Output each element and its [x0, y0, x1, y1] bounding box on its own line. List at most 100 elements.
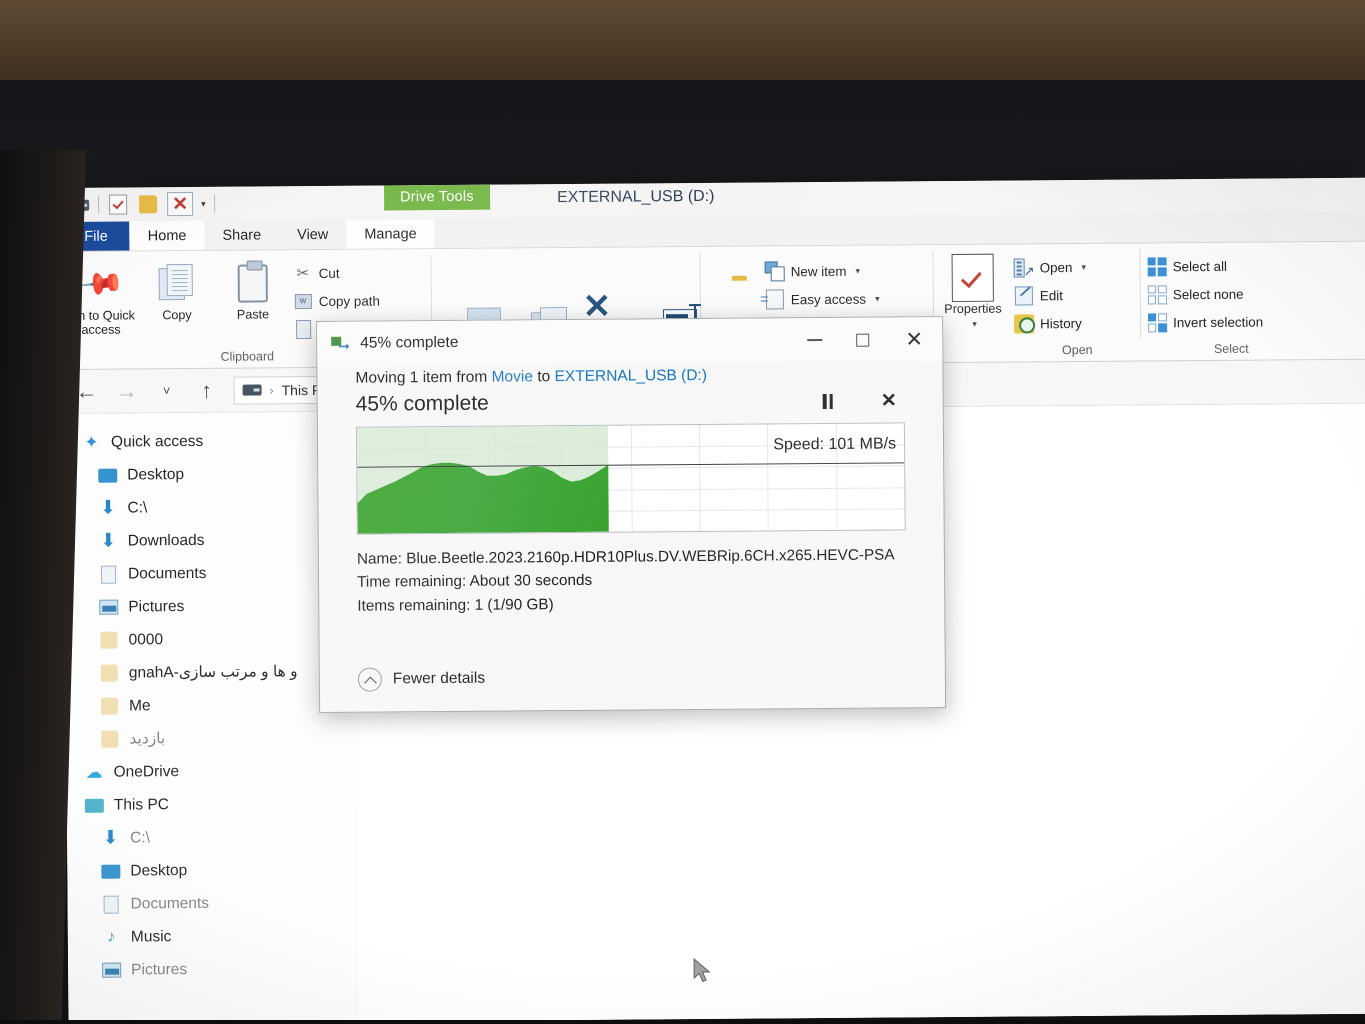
easy-access-button[interactable]: Easy access ▾ [765, 286, 880, 313]
desktop-icon [98, 466, 118, 485]
new-item-button[interactable]: New item ▾ [764, 258, 880, 285]
cut-label: Cut [318, 265, 340, 281]
tab-share[interactable]: Share [204, 220, 280, 250]
nav-item-documents[interactable]: Documents [85, 886, 357, 921]
music-icon: ♪ [107, 928, 116, 946]
detail-name-key: Name: [356, 550, 403, 568]
select-group-label: Select [1213, 341, 1249, 356]
pin-icon: 📌 [76, 259, 126, 309]
nav-item-desktop[interactable]: Desktop [82, 457, 354, 492]
nav-item-this-pc[interactable]: This PC [84, 787, 357, 822]
copy-button[interactable]: Copy [139, 257, 216, 323]
select-none-button[interactable]: Select none [1147, 281, 1263, 308]
nav-item-downloads[interactable]: ⬇ Downloads [83, 523, 355, 558]
select-all-icon [1147, 256, 1167, 276]
invert-selection-button[interactable]: Invert selection [1147, 309, 1263, 336]
open-caret-icon[interactable]: ▾ [1081, 261, 1086, 272]
fewer-details-toggle[interactable]: Fewer details [357, 667, 486, 692]
move-file-icon: ➞ [331, 336, 351, 354]
pin-label-line2: access [81, 323, 121, 338]
copy-icon [158, 263, 195, 305]
download-arrow-icon: ⬇ [102, 827, 119, 849]
new-item-icon [764, 261, 785, 282]
open-button[interactable]: ↗ Open ▾ [1013, 254, 1086, 281]
history-button[interactable]: History [1014, 310, 1086, 337]
nav-item-ahang[interactable]: و ها و مرتب سازی-Ahang [84, 655, 356, 690]
easy-access-caret-icon[interactable]: ▾ [875, 293, 880, 304]
select-none-label: Select none [1172, 286, 1244, 302]
screen: ✕ ▾ Drive Tools EXTERNAL_USB (D:) File H… [62, 177, 1365, 1024]
nav-item-music[interactable]: ♪ Music [86, 919, 358, 954]
new-small-commands: New item ▾ Easy access ▾ [763, 254, 880, 313]
new-folder-icon[interactable] [137, 194, 159, 214]
qat-divider [98, 195, 100, 214]
dialog-titlebar: ➞ 45% complete ✕ [317, 317, 943, 366]
nav-item-label: Documents [130, 894, 210, 912]
nav-item-0000[interactable]: 0000 [83, 622, 355, 657]
dialog-footer: Fewer details [320, 643, 945, 712]
fewer-details-label: Fewer details [392, 669, 486, 688]
nav-item-documents[interactable]: Documents [83, 556, 355, 591]
nav-item-label: C:\ [130, 828, 150, 846]
nav-item-me[interactable]: Me [84, 688, 356, 723]
forward-button[interactable]: → [114, 378, 140, 403]
pictures-icon [99, 598, 119, 617]
scissors-icon: ✂ [296, 265, 310, 283]
up-button[interactable]: ↑ [194, 377, 220, 402]
cancel-transfer-button[interactable]: ✕ [881, 390, 897, 411]
detail-name-row: Name: Blue.Beetle.2023.2160p.HDR10Plus.D… [357, 543, 908, 571]
source-link[interactable]: Movie [492, 368, 533, 385]
customize-qat-caret-icon[interactable]: ▾ [201, 198, 206, 209]
nav-item-label: Desktop [127, 465, 185, 483]
speed-graph: Speed: 101 MB/s [355, 422, 906, 535]
dialog-minimize-button[interactable] [790, 318, 838, 362]
dialog-maximize-button[interactable] [838, 318, 886, 362]
copy-path-button[interactable]: W Copy path [293, 288, 380, 315]
breadcrumb-separator-icon: › [269, 382, 274, 397]
cut-button[interactable]: ✂ Cut [293, 260, 380, 287]
copy-label: Copy [162, 307, 192, 323]
new-item-label: New item [790, 263, 847, 279]
nav-item-pictures[interactable]: Pictures [86, 952, 358, 987]
select-all-button[interactable]: Select all [1147, 253, 1263, 280]
nav-item-quick-access[interactable]: ✦ Quick access [82, 424, 354, 459]
speed-label: Speed: 101 MB/s [773, 435, 897, 454]
properties-button[interactable]: Properties ▾ [934, 251, 1013, 331]
moving-mid: to [537, 368, 551, 386]
breadcrumb[interactable]: This P [282, 381, 322, 397]
destination-link[interactable]: EXTERNAL_USB (D:) [554, 367, 707, 385]
properties-caret-icon[interactable]: ▾ [972, 319, 977, 330]
nav-item-label: C:\ [127, 498, 148, 516]
new-folder-button[interactable] [701, 255, 763, 305]
nav-item-label: Pictures [131, 960, 188, 978]
dialog-close-button[interactable]: ✕ [886, 317, 942, 361]
copy-progress-dialog: ➞ 45% complete ✕ Moving 1 item from Movi… [316, 316, 947, 713]
new-item-caret-icon[interactable]: ▾ [855, 265, 860, 276]
recent-locations-caret-icon[interactable]: ˅ [154, 383, 180, 398]
edit-label: Edit [1039, 287, 1064, 303]
paste-button[interactable]: Paste [215, 256, 292, 322]
tab-manage[interactable]: Manage [346, 219, 435, 249]
monitor-bezel-bottom [0, 1020, 1365, 1024]
tab-view[interactable]: View [279, 219, 347, 250]
nav-item-desktop[interactable]: Desktop [85, 853, 357, 888]
nav-item-c[interactable]: ⬇ C:\ [82, 490, 354, 525]
nav-item-c[interactable]: ⬇ C:\ [85, 820, 357, 855]
nav-item-onedrive[interactable]: ☁ OneDrive [84, 754, 356, 789]
nav-item-label: OneDrive [113, 762, 180, 781]
download-arrow-icon: ⬇ [100, 530, 117, 552]
select-small-commands: Select all Select none Invert selection [1141, 249, 1264, 336]
nav-item-[interactable]: بازدید [84, 721, 356, 756]
edit-button[interactable]: Edit [1014, 282, 1086, 309]
nav-item-pictures[interactable]: Pictures [83, 589, 355, 624]
select-none-icon [1147, 284, 1167, 304]
easy-access-label: Easy access [790, 291, 867, 307]
folder-icon [100, 664, 119, 683]
moving-prefix: Moving 1 item from [355, 368, 488, 387]
properties-check-icon[interactable] [107, 194, 129, 215]
tab-home[interactable]: Home [129, 220, 205, 251]
transfer-details: Name: Blue.Beetle.2023.2160p.HDR10Plus.D… [357, 543, 909, 617]
mouse-pointer-icon [693, 957, 711, 983]
pause-button[interactable] [822, 393, 833, 409]
delete-red-x-icon[interactable]: ✕ [167, 191, 194, 217]
